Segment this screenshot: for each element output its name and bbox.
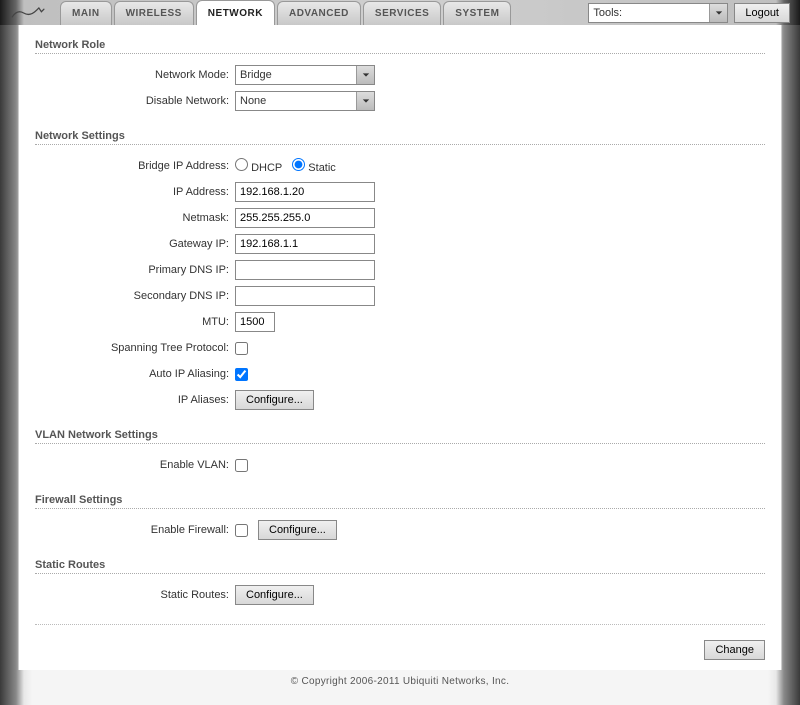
enable-firewall-checkbox[interactable] xyxy=(235,524,248,537)
tab-system[interactable]: SYSTEM xyxy=(443,1,511,25)
tools-dropdown[interactable]: Tools: xyxy=(588,3,728,23)
secondary-dns-input[interactable] xyxy=(235,286,375,306)
netmask-input[interactable] xyxy=(235,208,375,228)
disable-network-value: None xyxy=(240,95,266,107)
static-radio[interactable] xyxy=(292,158,305,171)
ip-aliases-configure-button[interactable]: Configure... xyxy=(235,390,314,410)
logout-button[interactable]: Logout xyxy=(734,3,790,23)
network-mode-dropdown[interactable]: Bridge xyxy=(235,65,375,85)
mtu-input[interactable] xyxy=(235,312,275,332)
autoip-checkbox[interactable] xyxy=(235,368,248,381)
netmask-label: Netmask: xyxy=(35,212,235,224)
network-mode-value: Bridge xyxy=(240,69,272,81)
chevron-down-icon xyxy=(709,4,727,22)
dhcp-radio[interactable] xyxy=(235,158,248,171)
enable-vlan-label: Enable VLAN: xyxy=(35,459,235,471)
content-panel: Network Role Network Mode: Bridge Disabl… xyxy=(18,25,782,670)
ip-address-label: IP Address: xyxy=(35,186,235,198)
stp-checkbox[interactable] xyxy=(235,342,248,355)
tools-dropdown-label: Tools: xyxy=(593,7,622,19)
primary-dns-label: Primary DNS IP: xyxy=(35,264,235,276)
bridge-ip-label: Bridge IP Address: xyxy=(35,160,235,172)
static-routes-configure-button[interactable]: Configure... xyxy=(235,585,314,605)
section-static-routes-title: Static Routes xyxy=(35,559,765,574)
tab-services[interactable]: SERVICES xyxy=(363,1,441,25)
chevron-down-icon xyxy=(356,66,374,84)
tab-main[interactable]: MAIN xyxy=(60,1,112,25)
divider xyxy=(35,624,765,625)
main-tabs: MAIN WIRELESS NETWORK ADVANCED SERVICES … xyxy=(60,0,511,25)
disable-network-label: Disable Network: xyxy=(35,95,235,107)
section-network-role-title: Network Role xyxy=(35,39,765,54)
enable-firewall-label: Enable Firewall: xyxy=(35,524,235,536)
static-routes-label: Static Routes: xyxy=(35,589,235,601)
autoip-label: Auto IP Aliasing: xyxy=(35,368,235,380)
top-bar: MAIN WIRELESS NETWORK ADVANCED SERVICES … xyxy=(0,0,800,25)
disable-network-dropdown[interactable]: None xyxy=(235,91,375,111)
tab-wireless[interactable]: WIRELESS xyxy=(114,1,194,25)
secondary-dns-label: Secondary DNS IP: xyxy=(35,290,235,302)
tab-advanced[interactable]: ADVANCED xyxy=(277,1,361,25)
brand-logo xyxy=(2,0,58,25)
gateway-label: Gateway IP: xyxy=(35,238,235,250)
top-right-controls: Tools: Logout xyxy=(588,3,790,23)
section-firewall-title: Firewall Settings xyxy=(35,494,765,509)
stp-label: Spanning Tree Protocol: xyxy=(35,342,235,354)
firewall-configure-button[interactable]: Configure... xyxy=(258,520,337,540)
ip-address-input[interactable] xyxy=(235,182,375,202)
static-radio-label: Static xyxy=(308,162,336,174)
chevron-down-icon xyxy=(356,92,374,110)
section-vlan-title: VLAN Network Settings xyxy=(35,429,765,444)
gateway-input[interactable] xyxy=(235,234,375,254)
change-button[interactable]: Change xyxy=(704,640,765,660)
copyright-text: © Copyright 2006-2011 Ubiquiti Networks,… xyxy=(0,670,800,693)
mtu-label: MTU: xyxy=(35,316,235,328)
tab-network[interactable]: NETWORK xyxy=(196,0,275,25)
dhcp-radio-label: DHCP xyxy=(251,162,282,174)
enable-vlan-checkbox[interactable] xyxy=(235,459,248,472)
network-mode-label: Network Mode: xyxy=(35,69,235,81)
primary-dns-input[interactable] xyxy=(235,260,375,280)
section-network-settings-title: Network Settings xyxy=(35,130,765,145)
ip-aliases-label: IP Aliases: xyxy=(35,394,235,406)
